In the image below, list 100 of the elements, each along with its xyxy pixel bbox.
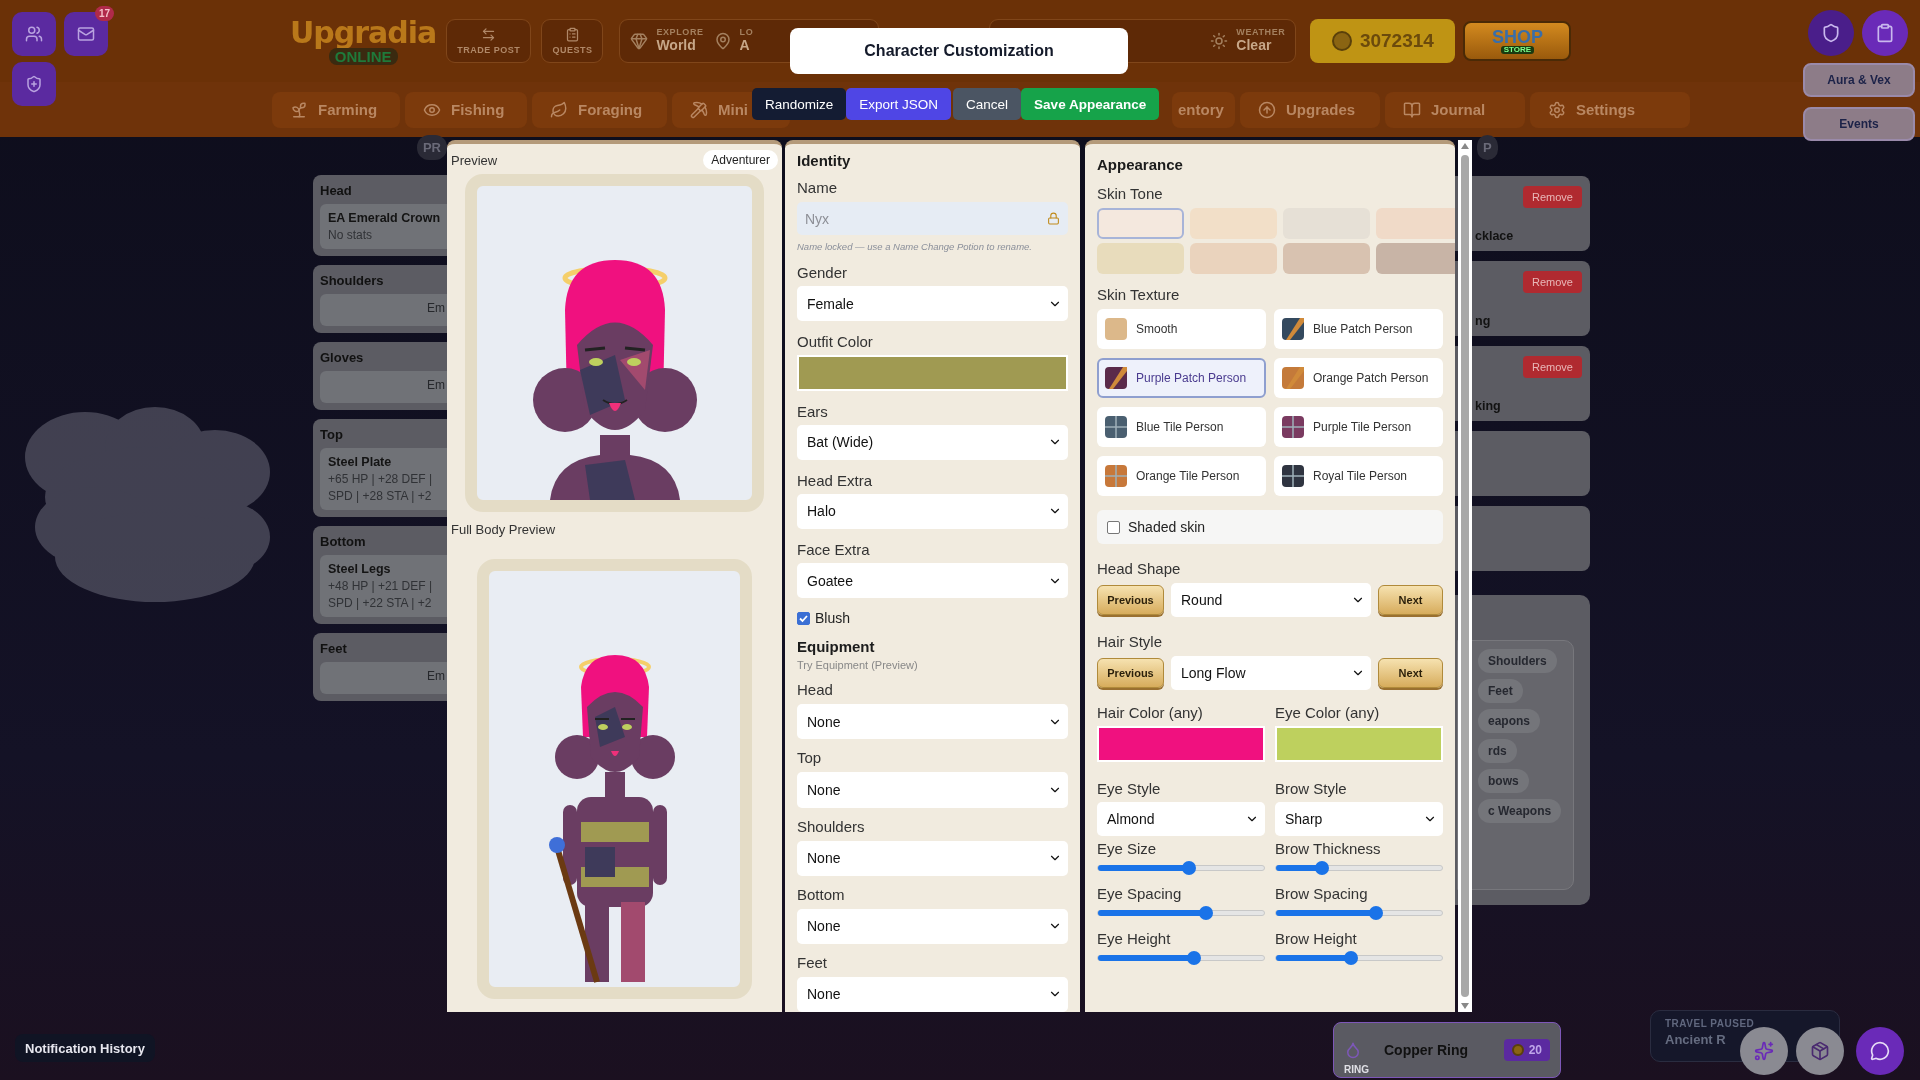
notification-history-button[interactable]: Notification History [15, 1034, 155, 1062]
previous-button[interactable]: Previous [1097, 658, 1164, 688]
dropdown[interactable]: Halo [797, 493, 1068, 529]
field-label: Eye Style [1097, 780, 1162, 797]
item-name: EA Emerald Crown [328, 211, 442, 225]
dropdown[interactable]: Bat (Wide) [797, 424, 1068, 460]
name-hint: Name locked — use a Name Change Potion to rename. [797, 241, 1033, 253]
settings-icon [1548, 100, 1566, 119]
color-swatch[interactable] [797, 355, 1068, 391]
color-swatch[interactable] [1275, 726, 1443, 762]
checkbox[interactable] [797, 611, 810, 625]
skin-tone-swatch[interactable] [1283, 243, 1370, 274]
dropdown[interactable]: None [797, 772, 1068, 808]
action-button[interactable]: Cancel [953, 88, 1022, 120]
slider-thumb[interactable] [1187, 951, 1202, 965]
panel-title: Preview [451, 152, 498, 168]
texture-option[interactable]: Blue Tile Person [1097, 407, 1266, 447]
field-label: Skin Texture [1097, 286, 1181, 303]
texture-option[interactable]: Purple Patch Person [1097, 358, 1266, 398]
action-button[interactable]: Randomize [752, 88, 847, 120]
slot-title: Gloves [320, 350, 365, 365]
slider-thumb[interactable] [1182, 861, 1197, 875]
inventory-item-card[interactable]: Copper Ring 20 RING [1333, 1022, 1561, 1078]
texture-option[interactable]: Blue Patch Person [1274, 309, 1443, 349]
scroll-down-icon [1461, 1003, 1469, 1009]
texture-option[interactable]: Royal Tile Person [1274, 456, 1443, 496]
sprout-icon [290, 100, 308, 119]
side-button[interactable]: Aura & Vex [1803, 63, 1915, 97]
slot-title: Head [320, 183, 353, 198]
header-button[interactable]: QUESTS [541, 19, 604, 63]
dropdown[interactable]: Long Flow [1171, 656, 1371, 690]
skin-tone-swatch[interactable] [1376, 243, 1455, 274]
side-button[interactable]: Events [1803, 107, 1915, 141]
slider-thumb[interactable] [1368, 906, 1383, 920]
field-label: Face Extra [797, 541, 871, 558]
slider-label: Brow Spacing [1275, 885, 1369, 902]
field-label: Hair Color (any) [1097, 704, 1204, 721]
field-label: Eye Color (any) [1275, 704, 1381, 721]
lock-icon [1047, 212, 1060, 226]
field-label: Brow Style [1275, 780, 1348, 797]
remove-button[interactable]: Remove [1523, 356, 1582, 378]
remove-button[interactable]: Remove [1523, 271, 1582, 293]
empty-label: Em [427, 301, 446, 315]
class-badge: Adventurer [703, 150, 778, 170]
skin-tone-swatch[interactable] [1097, 243, 1184, 274]
shop-button[interactable]: SHOP STORE [1463, 21, 1572, 61]
travel-title: TRAVEL PAUSED [1665, 1018, 1756, 1029]
map-pin-icon [713, 32, 732, 50]
users-icon [25, 25, 43, 43]
skin-tone-swatch[interactable] [1190, 243, 1277, 274]
friends-button[interactable] [12, 12, 56, 56]
status-value: Clear [1236, 38, 1273, 54]
skin-tone-swatch[interactable] [1097, 208, 1184, 239]
dropdown[interactable]: Sharp [1275, 802, 1443, 836]
dropdown[interactable]: None [797, 976, 1068, 1012]
item-stats: SPD | +22 STA | +2 [328, 596, 433, 610]
texture-option[interactable]: Smooth [1097, 309, 1266, 349]
sparkle-button[interactable] [1740, 1027, 1788, 1075]
scrollbar-thumb[interactable] [1461, 155, 1469, 997]
panel-title: Full Body Preview [451, 522, 557, 537]
clipboard-icon [1875, 23, 1895, 43]
slider-thumb[interactable] [1315, 861, 1330, 875]
header-button[interactable]: TRADE POST [446, 19, 532, 63]
bag-button[interactable] [1796, 1027, 1844, 1075]
dropdown[interactable]: Round [1171, 583, 1371, 617]
slider-thumb[interactable] [1198, 906, 1213, 920]
equipped-item-name: ng [1475, 314, 1491, 328]
texture-option[interactable]: Purple Tile Person [1274, 407, 1443, 447]
item-type: RING [1344, 1065, 1369, 1075]
texture-option[interactable]: Orange Patch Person [1274, 358, 1443, 398]
chat-button[interactable] [1856, 1027, 1904, 1075]
checkbox[interactable] [1107, 520, 1120, 534]
clipboard-button[interactable] [1862, 10, 1908, 56]
slider-label: Eye Size [1097, 840, 1158, 857]
color-swatch[interactable] [1097, 726, 1265, 762]
item-stats: +48 HP | +21 DEF | [328, 579, 434, 593]
skin-tone-swatch[interactable] [1376, 208, 1455, 239]
shield-button[interactable] [1808, 10, 1854, 56]
dropdown[interactable]: Female [797, 286, 1068, 322]
previous-button[interactable]: Previous [1097, 585, 1164, 615]
coin-amount: 3072314 [1359, 30, 1434, 52]
action-button[interactable]: Export JSON [846, 88, 952, 120]
remove-button[interactable]: Remove [1523, 186, 1582, 208]
dialog-title: Character Customization [790, 28, 1128, 74]
dropdown[interactable]: Almond [1097, 802, 1265, 836]
next-button[interactable]: Next [1378, 658, 1443, 688]
pickaxe-icon [690, 100, 708, 119]
shield-button[interactable] [12, 62, 56, 106]
dropdown[interactable]: None [797, 704, 1068, 740]
item-stats: SPD | +28 STA | +2 [328, 489, 433, 503]
texture-option[interactable]: Orange Tile Person [1097, 456, 1266, 496]
dropdown[interactable]: Goatee [797, 563, 1068, 599]
slider-thumb[interactable] [1343, 951, 1358, 965]
sparkles-icon [1754, 1041, 1774, 1061]
dropdown[interactable]: None [797, 840, 1068, 876]
dropdown[interactable]: None [797, 908, 1068, 944]
next-button[interactable]: Next [1378, 585, 1443, 615]
slider-label: Eye Height [1097, 930, 1172, 947]
bag-icon [1810, 1041, 1830, 1061]
field-label: Head [797, 681, 834, 699]
